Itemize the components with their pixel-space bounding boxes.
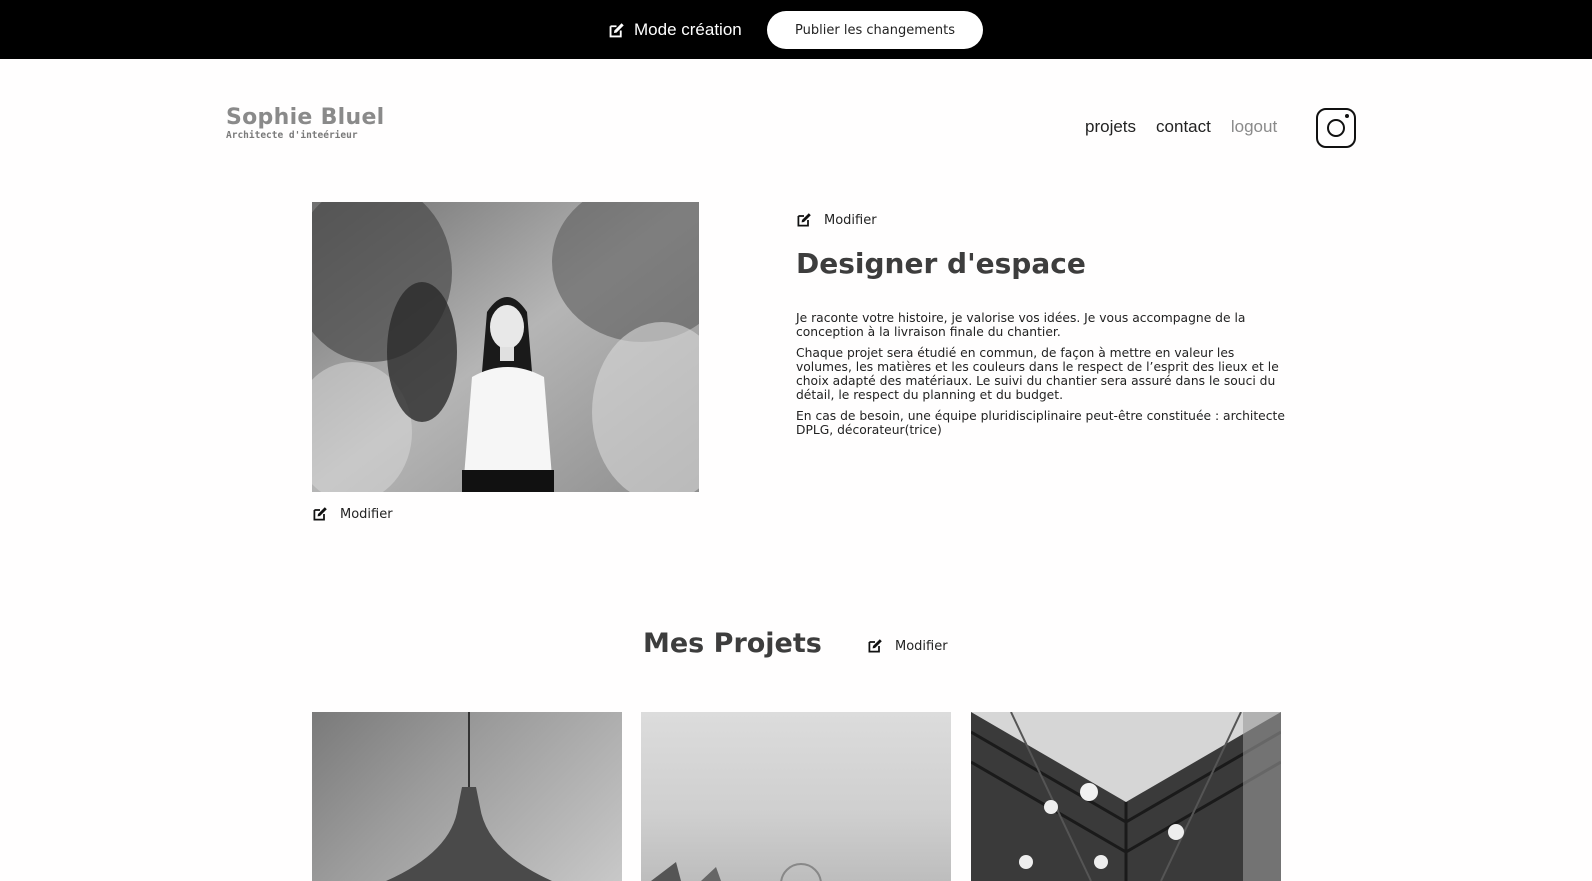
portrait-illustration: [312, 202, 699, 492]
edit-icon: [609, 22, 624, 37]
modify-projects-button[interactable]: Modifier: [867, 638, 948, 654]
instagram-icon[interactable]: [1316, 108, 1356, 148]
instagram-dot: [1345, 114, 1349, 118]
edit-mode-indicator: Mode création: [608, 18, 742, 42]
nav-contact[interactable]: contact: [1156, 117, 1211, 137]
instagram-lens: [1327, 119, 1345, 137]
project-card[interactable]: [641, 712, 951, 881]
edit-mode-bar: Mode création Publier les changements: [0, 0, 1592, 59]
nav-projets[interactable]: projets: [1085, 117, 1136, 137]
project-card[interactable]: [971, 712, 1281, 881]
edit-icon: [313, 507, 327, 521]
modify-portrait-button[interactable]: Modifier: [312, 506, 393, 522]
modify-label: Modifier: [340, 506, 393, 522]
nav-logout[interactable]: logout: [1231, 117, 1277, 137]
modify-introduction-button[interactable]: Modifier: [796, 212, 877, 228]
site-logo[interactable]: Sophie Bluel Architecte d'inteérieur: [226, 105, 385, 142]
main-nav: projets contact logout: [1085, 117, 1277, 137]
portrait-photo: [312, 202, 699, 492]
projects-title: Mes Projets: [643, 628, 822, 659]
intro-paragraph: Chaque projet sera étudié en commun, de …: [796, 346, 1279, 402]
pendant-lamp-photo: [386, 712, 552, 881]
logo-subtitle: Architecte d'inteérieur: [226, 130, 358, 141]
introduction-text: Je raconte votre histoire, je valorise v…: [796, 311, 1286, 444]
glass-roof-photo: [971, 712, 1281, 881]
publish-changes-button[interactable]: Publier les changements: [767, 11, 983, 49]
interior-photo: [651, 862, 822, 881]
logo-name: Sophie Bluel: [226, 105, 385, 130]
modify-label: Modifier: [895, 638, 948, 654]
intro-paragraph: Je raconte votre histoire, je valorise v…: [796, 311, 1246, 339]
edit-mode-label: Mode création: [634, 20, 742, 39]
project-card[interactable]: [312, 712, 622, 881]
intro-paragraph: En cas de besoin, une équipe pluridiscip…: [796, 409, 1285, 437]
modify-label: Modifier: [824, 212, 877, 228]
introduction-title: Designer d'espace: [796, 247, 1086, 280]
edit-icon: [868, 639, 882, 653]
edit-icon: [797, 213, 811, 227]
